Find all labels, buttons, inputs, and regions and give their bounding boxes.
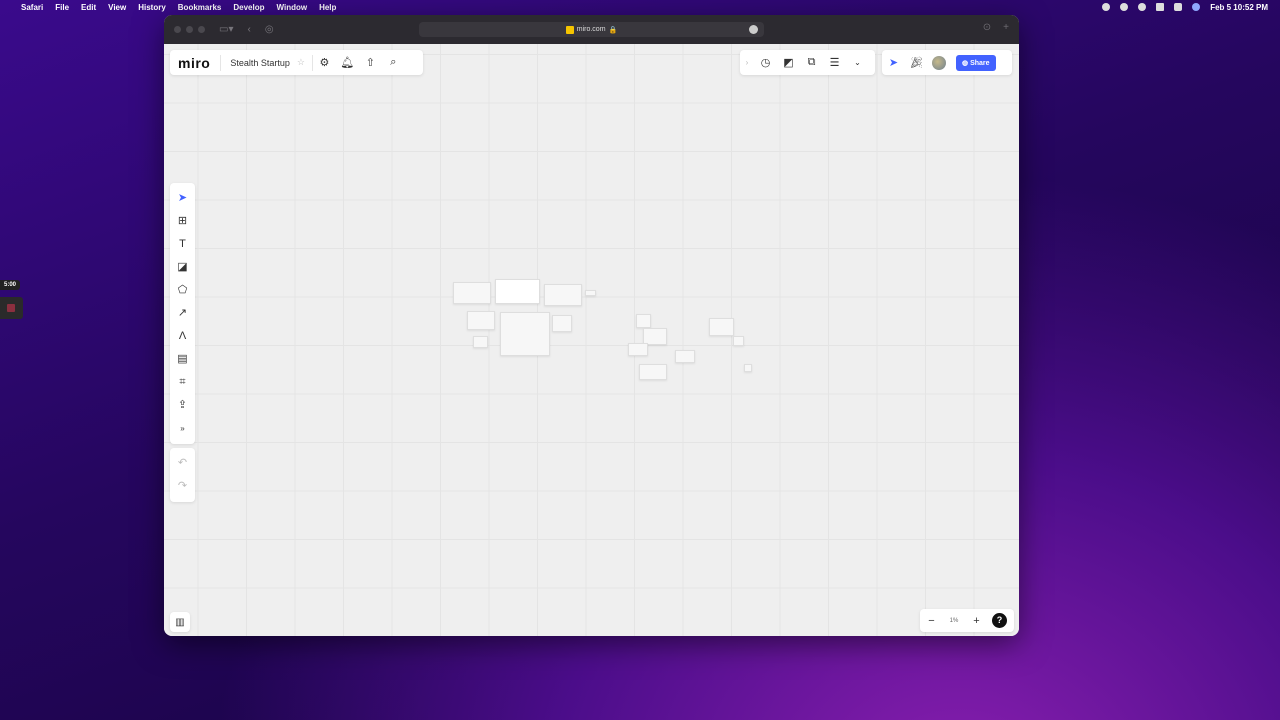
- share-label: Share: [970, 59, 990, 67]
- back-icon[interactable]: ‹: [247, 24, 250, 35]
- frames-panel-button[interactable]: ▥: [170, 612, 190, 632]
- divider: [220, 54, 222, 71]
- board-frame[interactable]: [675, 350, 695, 363]
- templates-icon[interactable]: ⊞: [171, 210, 195, 233]
- menu-file[interactable]: File: [55, 3, 69, 12]
- shapes-icon[interactable]: ⬠: [171, 279, 195, 302]
- sidebar-icon[interactable]: ▭▾: [219, 24, 233, 35]
- board-header: miro Stealth Startup ☆ ⚙ 🔔︎ ⇧ ⌕: [170, 50, 423, 75]
- board-frame[interactable]: [628, 343, 648, 356]
- avatar[interactable]: [932, 55, 946, 70]
- board-frame[interactable]: [453, 282, 491, 304]
- board-frame[interactable]: [544, 284, 582, 306]
- lock-icon: 🔒: [608, 26, 618, 34]
- address-bar[interactable]: miro.com 🔒: [419, 22, 764, 37]
- recording-timer: 5:00: [0, 280, 21, 290]
- menu-help[interactable]: Help: [319, 3, 336, 12]
- sticky-note-icon[interactable]: ◪: [171, 256, 195, 279]
- bell-icon[interactable]: 🔔︎: [336, 56, 359, 69]
- menu-history[interactable]: History: [138, 3, 166, 12]
- help-button[interactable]: ?: [992, 613, 1007, 628]
- chevron-right-icon[interactable]: ›: [740, 58, 754, 67]
- comment-icon[interactable]: ▤: [171, 348, 195, 371]
- menu-develop[interactable]: Develop: [233, 3, 264, 12]
- title-bar: ▭▾ ‹ ◎ miro.com 🔒 ⊙ +: [164, 15, 1019, 44]
- board-frame[interactable]: [709, 318, 734, 336]
- board-canvas[interactable]: miro Stealth Startup ☆ ⚙ 🔔︎ ⇧ ⌕ › ◷ ◩ ⧉ …: [164, 44, 1019, 636]
- menu-edit[interactable]: Edit: [81, 3, 96, 12]
- miro-favicon: [565, 25, 574, 34]
- safari-window: ▭▾ ‹ ◎ miro.com 🔒 ⊙ + miro Stealth Startup…: [164, 15, 1019, 636]
- gear-status-icon[interactable]: [1102, 3, 1111, 11]
- frame-icon[interactable]: ⌗: [171, 371, 195, 394]
- traffic-lights: [174, 26, 205, 33]
- flag-icon[interactable]: [1156, 3, 1165, 11]
- celebrate-icon[interactable]: 🎉︎: [905, 56, 928, 69]
- redo-icon[interactable]: ↷: [171, 475, 195, 498]
- clock[interactable]: Feb 5 10:52 PM: [1210, 3, 1268, 12]
- undo-redo-panel: ↶ ↷: [170, 448, 195, 502]
- globe-icon: ◍: [962, 59, 971, 67]
- zoom-out-icon[interactable]: −: [920, 615, 943, 627]
- settings-icon[interactable]: ⚙: [313, 56, 336, 69]
- stop-recording-button[interactable]: [0, 297, 23, 319]
- more-tools-icon[interactable]: »: [171, 417, 195, 440]
- board-frame[interactable]: [500, 312, 550, 356]
- cursor-follow-icon[interactable]: ➤: [882, 56, 905, 69]
- notes-icon[interactable]: ☰: [823, 56, 846, 69]
- share-button[interactable]: ◍ Share: [956, 54, 996, 71]
- search-icon[interactable]: ⌕: [382, 56, 405, 69]
- zoom-in-icon[interactable]: +: [965, 615, 988, 627]
- board-name[interactable]: Stealth Startup: [230, 58, 290, 68]
- board-frame[interactable]: [639, 364, 667, 380]
- privacy-icon[interactable]: ◎: [265, 24, 274, 35]
- url-text: miro.com: [576, 26, 606, 33]
- board-frame[interactable]: [733, 336, 744, 346]
- minimize-button[interactable]: [186, 26, 193, 33]
- text-icon[interactable]: T: [171, 233, 195, 256]
- share-toolbar: ➤ 🎉︎ ◍ Share: [882, 50, 1012, 75]
- select-icon[interactable]: ➤: [171, 187, 195, 210]
- board-frame[interactable]: [585, 290, 596, 296]
- star-icon[interactable]: ☆: [296, 57, 306, 68]
- presentation-icon[interactable]: ⧉: [800, 56, 823, 69]
- siri-icon[interactable]: [1192, 3, 1201, 11]
- menu-view[interactable]: View: [108, 3, 126, 12]
- download-icon[interactable]: ⊙: [983, 22, 991, 33]
- control-center-icon[interactable]: [1174, 3, 1183, 11]
- board-frame[interactable]: [467, 311, 495, 330]
- board-frame[interactable]: [473, 336, 488, 348]
- user-status-icon[interactable]: [1138, 3, 1147, 11]
- stop-icon: [7, 304, 15, 312]
- pen-icon[interactable]: Λ: [171, 325, 195, 348]
- macos-menubar: Safari File Edit View History Bookmarks …: [0, 0, 1280, 14]
- zoom-level[interactable]: 1%: [943, 618, 965, 624]
- board-frame[interactable]: [636, 314, 651, 328]
- mouse-cursor-icon: [744, 364, 752, 372]
- miro-logo[interactable]: miro: [178, 55, 210, 71]
- upload-icon[interactable]: ⇪: [171, 394, 195, 417]
- board-frame[interactable]: [552, 315, 572, 332]
- panel-icon: ▥: [175, 616, 185, 628]
- collab-toolbar: › ◷ ◩ ⧉ ☰ ⌄: [740, 50, 875, 75]
- board-frame[interactable]: [495, 279, 540, 304]
- zoom-button[interactable]: [198, 26, 205, 33]
- card-icon[interactable]: ◩: [777, 56, 800, 69]
- menubar-status: Feb 5 10:52 PM: [1102, 0, 1268, 14]
- chevron-double-down-icon[interactable]: ⌄: [846, 58, 869, 67]
- creation-toolbar: ➤ ⊞ T ◪ ⬠ ↗ Λ ▤ ⌗ ⇪ »: [170, 183, 195, 444]
- upload-icon[interactable]: ⇧: [359, 56, 382, 69]
- menu-app[interactable]: Safari: [21, 3, 43, 12]
- arrow-icon[interactable]: ↗: [171, 302, 195, 325]
- menu-bookmarks[interactable]: Bookmarks: [178, 3, 222, 12]
- undo-icon[interactable]: ↶: [171, 452, 195, 475]
- close-button[interactable]: [174, 26, 181, 33]
- zoom-controls: − 1% + ?: [920, 609, 1014, 632]
- new-tab-icon[interactable]: +: [1003, 22, 1009, 33]
- info-status-icon[interactable]: [1120, 3, 1129, 11]
- menu-window[interactable]: Window: [276, 3, 307, 12]
- reader-icon[interactable]: [749, 25, 758, 34]
- timer-icon[interactable]: ◷: [754, 56, 777, 69]
